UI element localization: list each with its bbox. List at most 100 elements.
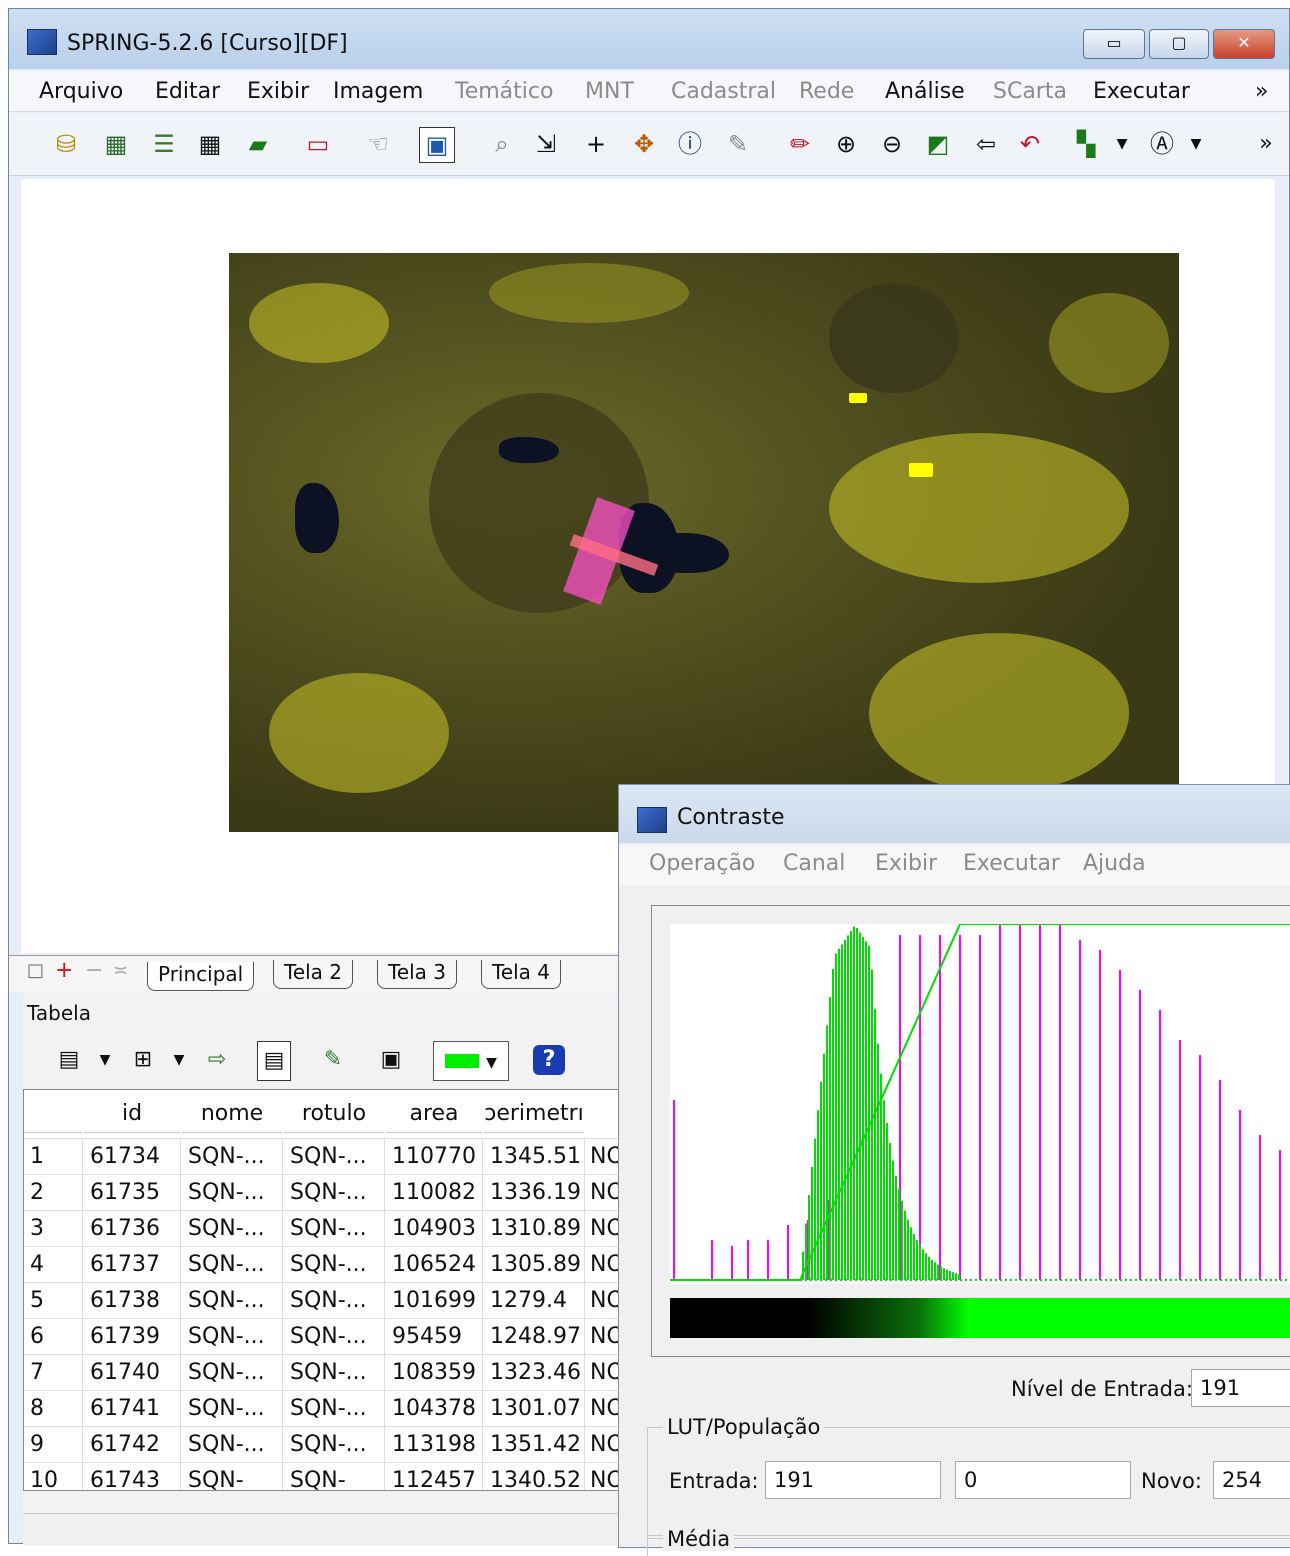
- column-header-perimetro[interactable]: ɔerimetrı: [484, 1096, 584, 1133]
- tab-tela-3[interactable]: Tela 3: [377, 960, 458, 989]
- menu-ajuda[interactable]: Ajuda: [1083, 851, 1146, 876]
- cell-area[interactable]: 106524: [392, 1247, 483, 1283]
- pencil-icon[interactable]: ✏: [783, 127, 817, 161]
- zoom-in-icon[interactable]: ⊕: [829, 127, 863, 161]
- cell-id[interactable]: 61739: [90, 1319, 181, 1355]
- window-icon[interactable]: ▭: [301, 127, 335, 161]
- draw-icon[interactable]: ▣: [419, 127, 455, 163]
- cell-rotulo[interactable]: SQN-...: [290, 1139, 385, 1175]
- color-picker[interactable]: ▼: [433, 1041, 509, 1081]
- cell-id[interactable]: 61734: [90, 1139, 181, 1175]
- cell-rotulo[interactable]: SQN-...: [290, 1211, 385, 1247]
- cell-id[interactable]: 61737: [90, 1247, 181, 1283]
- row-index[interactable]: 10: [30, 1463, 83, 1490]
- row-index[interactable]: 5: [30, 1283, 83, 1319]
- menu-executar[interactable]: Executar: [963, 851, 1060, 876]
- menu-arquivo[interactable]: Arquivo: [39, 79, 123, 104]
- row-index[interactable]: 1: [30, 1139, 83, 1175]
- cell-rotulo[interactable]: SQN-...: [290, 1283, 385, 1319]
- project-icon[interactable]: ▦: [99, 127, 133, 161]
- chevron-down-icon[interactable]: ▼: [163, 1041, 195, 1079]
- cell-area[interactable]: 95459: [392, 1319, 483, 1355]
- menu-canal[interactable]: Canal: [783, 851, 845, 876]
- novo-field[interactable]: 254: [1213, 1461, 1290, 1499]
- grid-view-icon[interactable]: ▤: [257, 1041, 291, 1081]
- histogram-plot[interactable]: [670, 923, 1290, 1284]
- menu-analise[interactable]: Análise: [885, 79, 965, 104]
- cell-nome[interactable]: SQN-...: [188, 1427, 283, 1463]
- cell-nome[interactable]: SQN-: [188, 1463, 283, 1490]
- pan-icon[interactable]: ✥: [627, 127, 661, 161]
- cell-area[interactable]: 101699: [392, 1283, 483, 1319]
- layer-visibility-icon[interactable]: ▚: [1069, 127, 1103, 161]
- menu-scarta[interactable]: SCarta: [993, 79, 1067, 104]
- row-index[interactable]: 3: [30, 1211, 83, 1247]
- cell-nome[interactable]: SQN-...: [188, 1319, 283, 1355]
- plane-icon[interactable]: ▰: [241, 127, 275, 161]
- cursor-plus-icon[interactable]: +: [579, 127, 613, 161]
- edit-icon[interactable]: ✎: [317, 1041, 349, 1079]
- zoom-area-icon[interactable]: ◩: [921, 127, 955, 161]
- query-icon[interactable]: ⊞: [127, 1041, 159, 1079]
- attribute-table[interactable]: id nome rotulo area ɔerimetrı 1 61734 SQN-…: [23, 1089, 625, 1491]
- cell-rotulo[interactable]: SQN-...: [290, 1247, 385, 1283]
- label-icon[interactable]: Ⓐ: [1145, 127, 1179, 161]
- cell-nome[interactable]: SQN-...: [188, 1175, 283, 1211]
- menu-editar[interactable]: Editar: [155, 79, 220, 104]
- search-icon[interactable]: ⌕: [485, 127, 519, 161]
- cell-perimetro[interactable]: 1310.89: [490, 1211, 585, 1247]
- toolbar-overflow[interactable]: »: [1249, 127, 1283, 161]
- cell-id[interactable]: 61742: [90, 1427, 181, 1463]
- info-icon[interactable]: ⓘ: [673, 127, 707, 161]
- tab-tela-2[interactable]: Tela 2: [273, 960, 354, 989]
- tab-add-button[interactable]: +: [55, 958, 73, 983]
- database-icon[interactable]: ⛁: [49, 127, 83, 161]
- chevron-down-icon[interactable]: ▼: [1105, 127, 1139, 161]
- satellite-image[interactable]: [229, 253, 1179, 832]
- measure-icon[interactable]: ✎: [721, 127, 755, 161]
- table-icon[interactable]: ▤: [53, 1041, 85, 1079]
- cell-perimetro[interactable]: 1345.51: [490, 1139, 585, 1175]
- cell-area[interactable]: 110082: [392, 1175, 483, 1211]
- chevron-down-icon[interactable]: ▼: [1179, 127, 1213, 161]
- row-index[interactable]: 7: [30, 1355, 83, 1391]
- cell-id[interactable]: 61736: [90, 1211, 181, 1247]
- column-header-rotulo[interactable]: rotulo: [284, 1096, 384, 1133]
- undo-icon[interactable]: ↶: [1013, 127, 1047, 161]
- cell-perimetro[interactable]: 1301.07: [490, 1391, 585, 1427]
- chevron-down-icon[interactable]: ▼: [89, 1041, 121, 1079]
- previous-view-icon[interactable]: ⇦: [969, 127, 1003, 161]
- table-row[interactable]: 2 61735 SQN-... SQN-... 110082 1336.19 NO: [24, 1174, 624, 1211]
- cell-area[interactable]: 112457: [392, 1463, 483, 1490]
- cell-nome[interactable]: SQN-...: [188, 1139, 283, 1175]
- menu-mnt[interactable]: MNT: [585, 79, 634, 104]
- minimize-button[interactable]: ▭: [1083, 29, 1145, 59]
- cell-area[interactable]: 108359: [392, 1355, 483, 1391]
- table-row[interactable]: 7 61740 SQN-... SQN-... 108359 1323.46 NO: [24, 1354, 624, 1391]
- column-header-index[interactable]: [24, 1096, 82, 1133]
- title-bar[interactable]: SPRING-5.2.6 [Curso][DF] ▭ ▢ ✕: [9, 9, 1289, 69]
- export-icon[interactable]: ⇨: [201, 1041, 233, 1079]
- save-icon[interactable]: ▣: [375, 1041, 407, 1079]
- cell-area[interactable]: 104903: [392, 1211, 483, 1247]
- cell-rotulo[interactable]: SQN-...: [290, 1319, 385, 1355]
- entrada-field[interactable]: 191: [765, 1461, 941, 1499]
- maximize-button[interactable]: ▢: [1149, 29, 1209, 59]
- column-header-nome[interactable]: nome: [182, 1096, 282, 1133]
- menu-exibir[interactable]: Exibir: [875, 851, 937, 876]
- row-index[interactable]: 8: [30, 1391, 83, 1427]
- table-row[interactable]: 1 61734 SQN-... SQN-... 110770 1345.51 NO: [24, 1138, 624, 1175]
- cell-rotulo[interactable]: SQN-...: [290, 1355, 385, 1391]
- table-row[interactable]: 10 61743 SQN- SQN- 112457 1340.52 NO: [24, 1462, 624, 1490]
- table-row[interactable]: 3 61736 SQN-... SQN-... 104903 1310.89 NO: [24, 1210, 624, 1247]
- cell-perimetro[interactable]: 1279.4: [490, 1283, 585, 1319]
- dialog-title-bar[interactable]: Contraste: [619, 785, 1290, 843]
- cell-id[interactable]: 61735: [90, 1175, 181, 1211]
- cell-id[interactable]: 61743: [90, 1463, 181, 1490]
- tab-remove-button[interactable]: −: [85, 958, 103, 983]
- help-icon[interactable]: ?: [533, 1045, 565, 1075]
- menu-imagem[interactable]: Imagem: [333, 79, 423, 104]
- cell-nome[interactable]: SQN-...: [188, 1355, 283, 1391]
- table-row[interactable]: 6 61739 SQN-... SQN-... 95459 1248.97 NO: [24, 1318, 624, 1355]
- layers-icon[interactable]: ☰: [147, 127, 181, 161]
